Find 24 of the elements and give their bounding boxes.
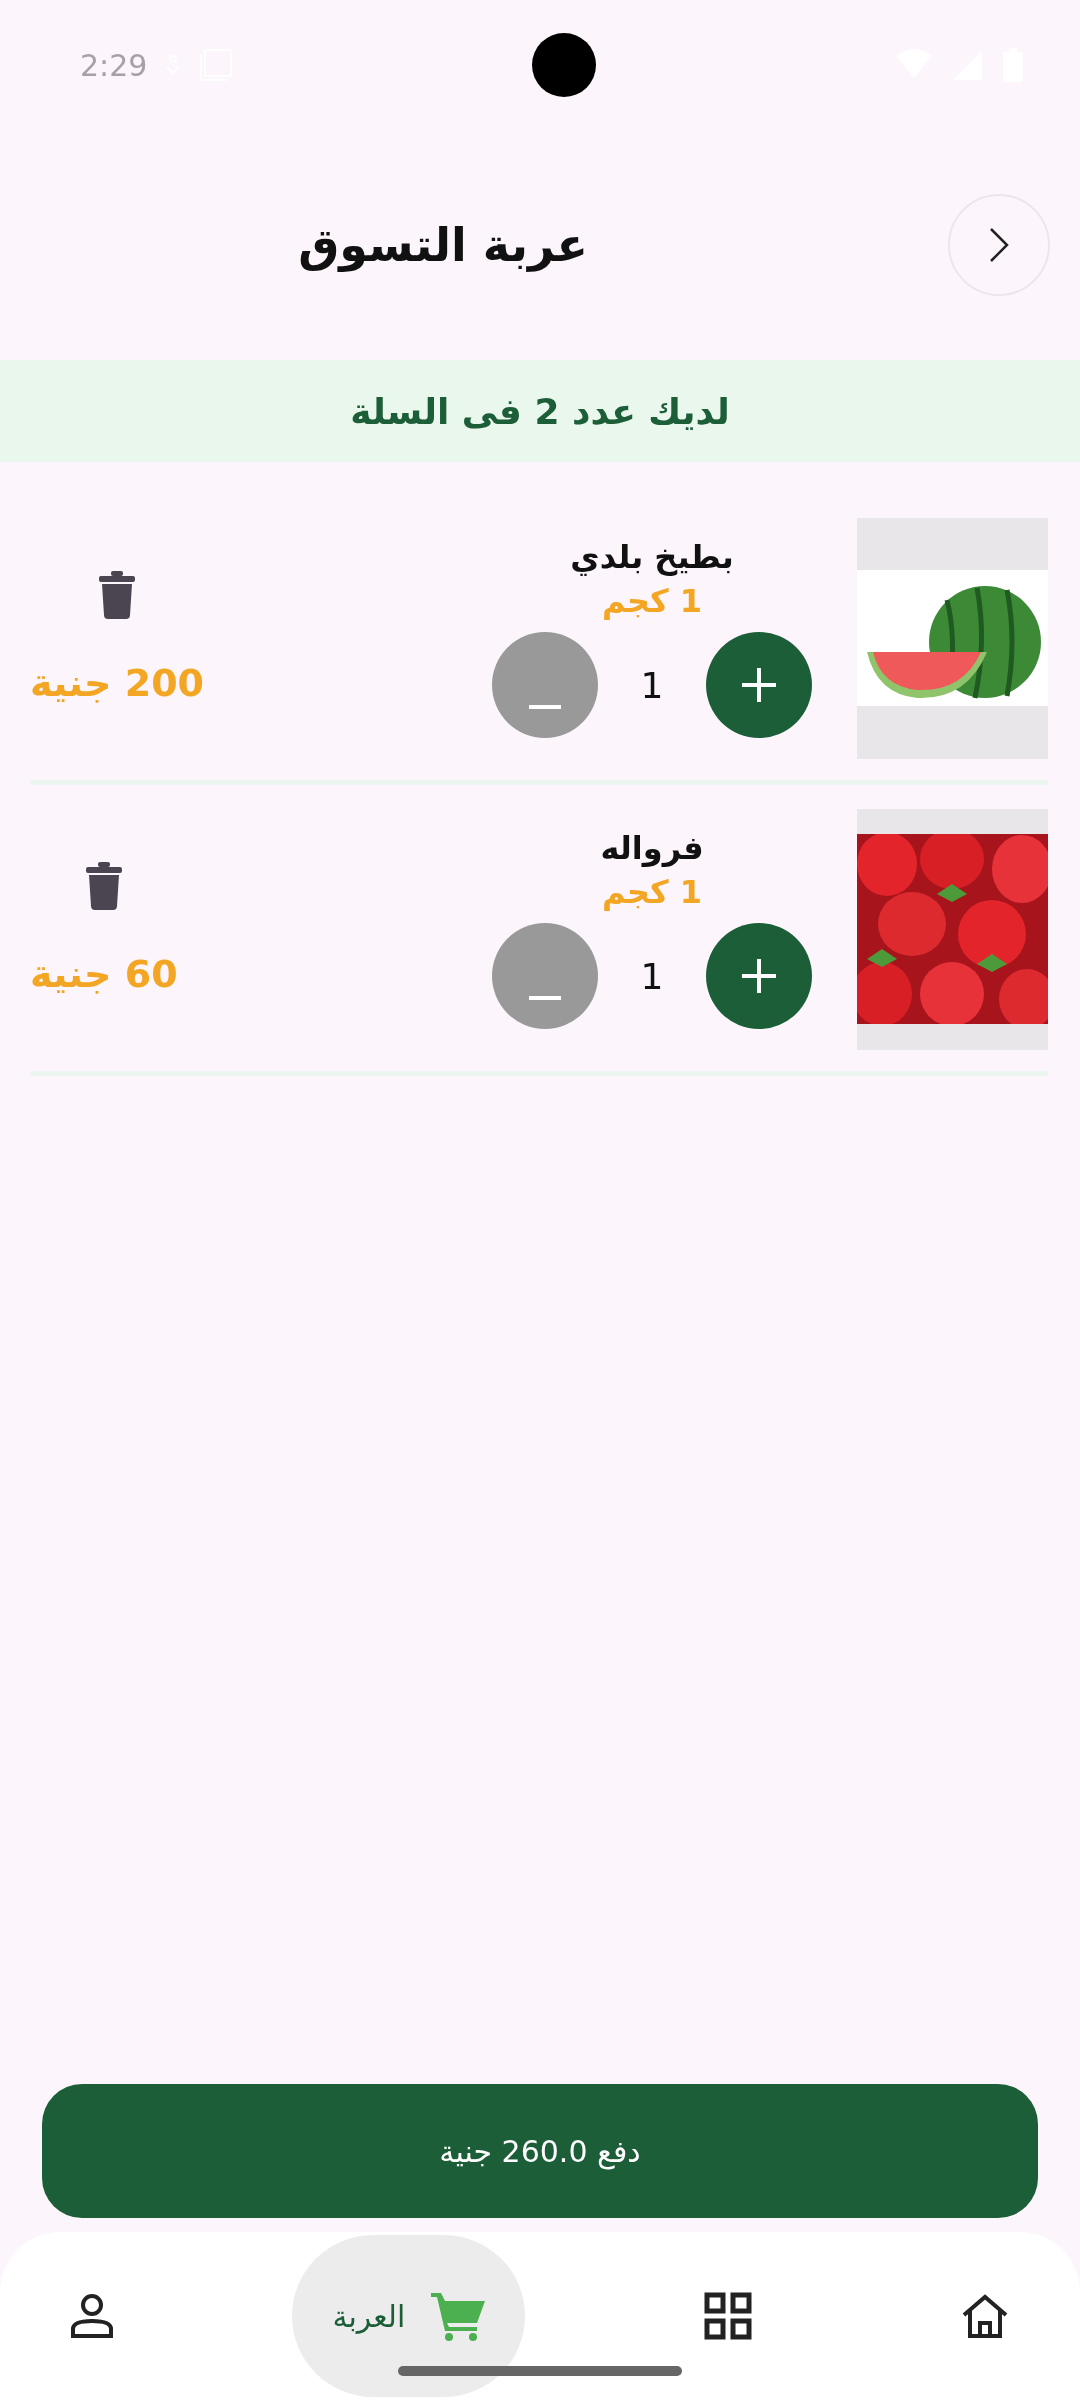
page-title: عربة التسوق [298, 218, 588, 272]
product-weight: 1 كجم [601, 873, 703, 911]
minus-icon [529, 994, 561, 1002]
quantity-value: 1 [640, 955, 664, 997]
status-time: 2:29 [80, 47, 148, 83]
cart-tab[interactable]: العربة [292, 2235, 526, 2397]
minus-icon [529, 703, 561, 711]
plus-icon [739, 956, 779, 996]
delete-icon[interactable] [85, 862, 122, 910]
product-weight: 1 كجم [601, 582, 703, 620]
cart-count-banner: لديك عدد 2 فى السلة [0, 360, 1080, 462]
product-price: 200 جنية [30, 661, 204, 705]
camera-cutout [531, 33, 596, 97]
product-price: 60 جنية [30, 952, 178, 996]
delete-icon[interactable] [99, 571, 135, 619]
cart-icon [431, 2291, 486, 2341]
pay-button[interactable]: دفع 260.0 جنية [42, 2084, 1038, 2218]
grid-icon [703, 2292, 752, 2340]
quantity-value: 1 [640, 664, 664, 706]
plus-icon [739, 665, 779, 705]
product-name: فرواله [600, 829, 704, 867]
home-icon [960, 2293, 1010, 2339]
product-name: بطيخ بلدي [570, 538, 734, 576]
profile-icon [70, 2293, 115, 2339]
